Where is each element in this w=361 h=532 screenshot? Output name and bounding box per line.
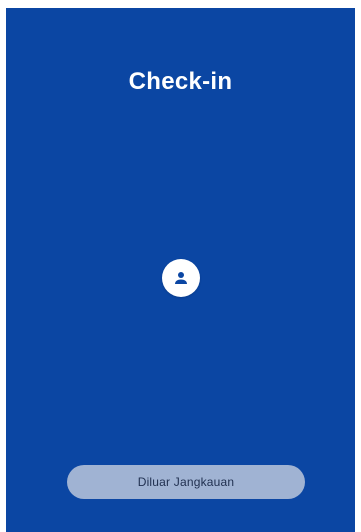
out-of-range-button[interactable]: Diluar Jangkauan bbox=[67, 465, 305, 499]
check-in-screen: Check-in Diluar Jangkauan bbox=[6, 8, 355, 532]
status-button-label: Diluar Jangkauan bbox=[137, 475, 235, 489]
profile-avatar-button[interactable] bbox=[162, 259, 200, 297]
person-icon bbox=[175, 272, 187, 284]
page-title: Check-in bbox=[128, 68, 233, 95]
